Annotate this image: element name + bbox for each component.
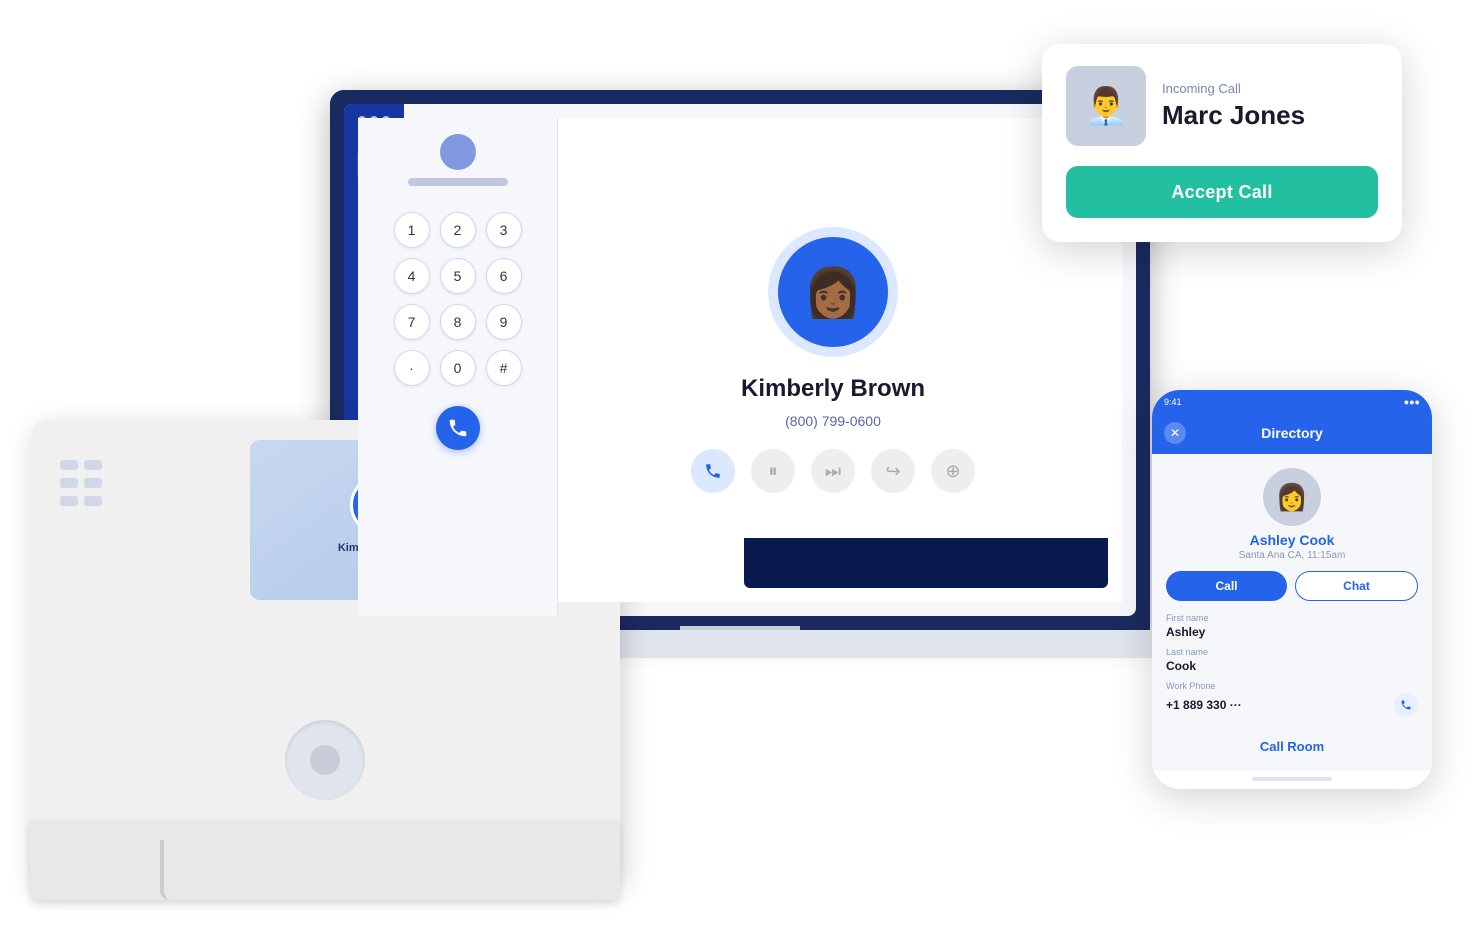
dialer-name-bar [408, 178, 508, 186]
key-4[interactable]: 4 [394, 258, 430, 294]
first-name-value: Ashley [1166, 625, 1418, 639]
last-name-value: Cook [1166, 659, 1418, 673]
mobile-work-phone-field: Work Phone +1 889 330 ··· [1166, 681, 1418, 717]
work-phone-label: Work Phone [1166, 681, 1418, 691]
action-mute[interactable]: ⏸ [751, 449, 795, 493]
dialer-avatar [440, 134, 476, 170]
indicator-dot [84, 496, 102, 506]
work-phone-value: +1 889 330 ··· [1166, 698, 1242, 712]
work-phone-call-icon[interactable] [1394, 693, 1418, 717]
contact-bottom-bar [744, 538, 1108, 588]
contact-card: 👩🏾 Kimberly Brown (800) 799-0600 ⏸ ⏭ ↪ ⊕ [544, 118, 1122, 602]
dialer-grid: 1 2 3 4 5 6 7 8 9 · 0 # [394, 212, 522, 386]
caller-name: Marc Jones [1162, 100, 1378, 131]
work-phone-row: +1 889 330 ··· [1166, 693, 1418, 717]
phone-cord [160, 840, 190, 900]
key-dot[interactable]: · [394, 350, 430, 386]
app-window: X 👤 1 2 3 4 5 6 7 8 9 · 0 [344, 104, 1136, 616]
mobile-signal: ●●● [1404, 397, 1420, 407]
phone-base [30, 820, 620, 900]
phone-indicator-lights [60, 460, 102, 506]
laptop-screen: X 👤 1 2 3 4 5 6 7 8 9 · 0 [330, 90, 1150, 630]
incoming-call-label: Incoming Call [1162, 81, 1378, 96]
mobile-first-name-field: First name Ashley [1166, 613, 1418, 639]
mobile-header: ✕ Directory [1152, 414, 1432, 454]
indicator-dot [84, 460, 102, 470]
call-room-button[interactable]: Call Room [1166, 731, 1418, 761]
mobile-last-name-field: Last name Cook [1166, 647, 1418, 673]
mobile-directory-card: 9:41 ●●● ✕ Directory 👩 Ashley Cook Santa… [1152, 390, 1432, 789]
mobile-close-button[interactable]: ✕ [1164, 422, 1186, 444]
mobile-contact-name: Ashley Cook [1166, 532, 1418, 548]
mobile-body: 👩 Ashley Cook Santa Ana CA, 11:15am Call… [1152, 454, 1432, 771]
key-3[interactable]: 3 [486, 212, 522, 248]
contact-name: Kimberly Brown [741, 375, 925, 403]
indicator-dot [84, 478, 102, 488]
mobile-contact-photo: 👩 [1263, 468, 1321, 526]
phone-nav-ring[interactable] [285, 720, 365, 800]
key-7[interactable]: 7 [394, 304, 430, 340]
caller-info: Incoming Call Marc Jones [1162, 81, 1378, 131]
accept-call-button[interactable]: Accept Call [1066, 166, 1378, 218]
key-0[interactable]: 0 [440, 350, 476, 386]
mobile-header-title: Directory [1194, 425, 1390, 441]
mobile-contact-location: Santa Ana CA, 11:15am [1166, 550, 1418, 561]
key-9[interactable]: 9 [486, 304, 522, 340]
action-phone[interactable] [691, 449, 735, 493]
action-more[interactable]: ⊕ [931, 449, 975, 493]
contact-phone: (800) 799-0600 [785, 413, 881, 429]
contact-avatar: 👩🏾 [778, 237, 888, 347]
key-2[interactable]: 2 [440, 212, 476, 248]
action-hold[interactable]: ⏭ [811, 449, 855, 493]
key-6[interactable]: 6 [486, 258, 522, 294]
mobile-footer-bar [1252, 777, 1332, 781]
key-8[interactable]: 8 [440, 304, 476, 340]
key-1[interactable]: 1 [394, 212, 430, 248]
incoming-call-header: 👨‍💼 Incoming Call Marc Jones [1066, 66, 1378, 146]
mobile-time: 9:41 [1164, 397, 1182, 407]
indicator-dot [60, 478, 78, 488]
mobile-status-bar: 9:41 ●●● [1152, 390, 1432, 414]
phone-action-icon [704, 462, 722, 480]
phone-icon [447, 417, 469, 439]
mobile-call-button[interactable]: Call [1166, 571, 1287, 601]
last-name-label: Last name [1166, 647, 1418, 657]
contact-avatar-ring: 👩🏾 [768, 227, 898, 357]
indicator-dot [60, 460, 78, 470]
mobile-chat-button[interactable]: Chat [1295, 571, 1418, 601]
contact-actions: ⏸ ⏭ ↪ ⊕ [691, 449, 975, 493]
indicator-dot [60, 496, 78, 506]
dialer-call-button[interactable] [436, 406, 480, 450]
caller-photo: 👨‍💼 [1066, 66, 1146, 146]
mobile-action-row: Call Chat [1166, 571, 1418, 601]
dialer-panel: 1 2 3 4 5 6 7 8 9 · 0 # [358, 118, 558, 616]
first-name-label: First name [1166, 613, 1418, 623]
incoming-call-card: 👨‍💼 Incoming Call Marc Jones Accept Call [1042, 44, 1402, 242]
key-5[interactable]: 5 [440, 258, 476, 294]
action-transfer[interactable]: ↪ [871, 449, 915, 493]
phone-nav-center[interactable] [310, 745, 340, 775]
phone-icon-small [1400, 699, 1412, 711]
key-hash[interactable]: # [486, 350, 522, 386]
